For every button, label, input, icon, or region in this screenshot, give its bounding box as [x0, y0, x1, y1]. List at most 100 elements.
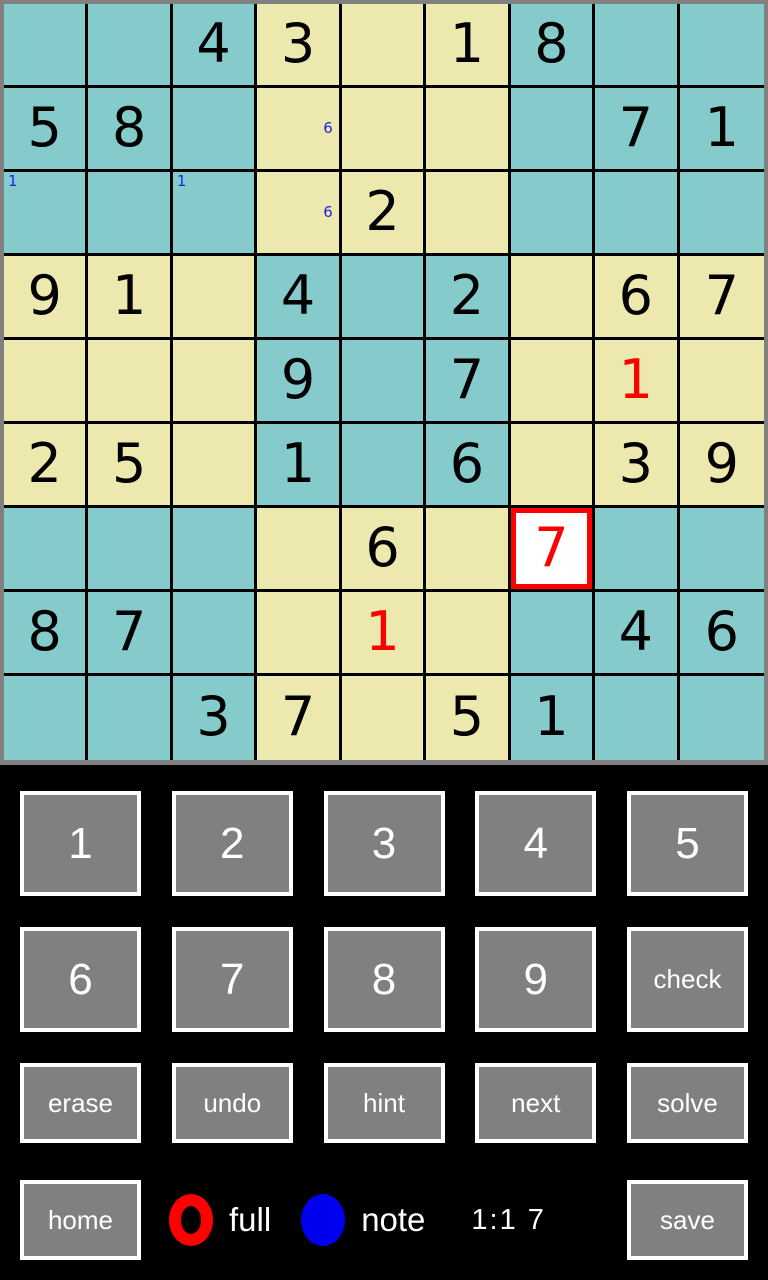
number-button-2[interactable]: 2: [171, 791, 293, 896]
grid-cell-r4c7[interactable]: [510, 256, 596, 340]
grid-cell-r2c8[interactable]: 7: [595, 88, 680, 172]
grid-cell-r4c4[interactable]: 4: [257, 256, 342, 340]
grid-cell-r7c3[interactable]: [172, 508, 258, 592]
number-button-7[interactable]: 7: [171, 927, 293, 1032]
grid-cell-r5c2[interactable]: [88, 340, 173, 424]
grid-cell-r3c9[interactable]: [679, 172, 764, 256]
erase-button[interactable]: erase: [20, 1063, 141, 1143]
grid-cell-r9c4[interactable]: 7: [257, 676, 342, 760]
grid-cell-r3c5[interactable]: 2: [341, 172, 427, 256]
grid-cell-r9c6[interactable]: 5: [426, 676, 511, 760]
grid-cell-r6c2[interactable]: 5: [88, 424, 173, 508]
red-ring-icon[interactable]: [169, 1194, 213, 1246]
number-button-4[interactable]: 4: [475, 791, 597, 896]
grid-cell-r3c2[interactable]: [88, 172, 173, 256]
grid-cell-r2c4[interactable]: 6: [257, 88, 342, 172]
grid-cell-r6c1[interactable]: 2: [4, 424, 89, 508]
grid-cell-r7c7[interactable]: 7: [510, 508, 596, 592]
grid-cell-r1c4[interactable]: 3: [257, 4, 342, 88]
grid-cell-r2c5[interactable]: [341, 88, 427, 172]
grid-cell-r8c7[interactable]: [510, 592, 596, 676]
grid-cell-r1c9[interactable]: [679, 4, 764, 88]
grid-cell-r6c7[interactable]: [510, 424, 596, 508]
grid-cell-r3c7[interactable]: [510, 172, 596, 256]
grid-cell-r1c5[interactable]: [341, 4, 427, 88]
grid-cell-r8c4[interactable]: [257, 592, 342, 676]
grid-cell-r9c1[interactable]: [4, 676, 89, 760]
number-button-5[interactable]: 5: [627, 791, 748, 896]
grid-cell-r3c4[interactable]: 6: [257, 172, 342, 256]
grid-cell-r3c6[interactable]: [426, 172, 511, 256]
grid-cell-r5c1[interactable]: [4, 340, 89, 424]
grid-cell-r6c3[interactable]: [172, 424, 258, 508]
grid-cell-r9c7[interactable]: 1: [510, 676, 596, 760]
grid-cell-r8c6[interactable]: [426, 592, 511, 676]
next-button[interactable]: next: [475, 1063, 597, 1143]
grid-cell-r7c1[interactable]: [4, 508, 89, 592]
grid-cell-r4c8[interactable]: 6: [595, 256, 680, 340]
grid-cell-r2c6[interactable]: [426, 88, 511, 172]
grid-cell-r6c6[interactable]: 6: [426, 424, 511, 508]
grid-cell-r5c6[interactable]: 7: [426, 340, 511, 424]
grid-cell-r6c9[interactable]: 9: [679, 424, 764, 508]
undo-button[interactable]: undo: [171, 1063, 293, 1143]
solve-button[interactable]: solve: [627, 1063, 748, 1143]
grid-cell-r1c7[interactable]: 8: [510, 4, 596, 88]
number-button-8[interactable]: 8: [323, 927, 445, 1032]
blue-disc-icon[interactable]: [301, 1194, 346, 1246]
grid-cell-r4c9[interactable]: 7: [679, 256, 764, 340]
grid-cell-r8c8[interactable]: 4: [595, 592, 680, 676]
grid-cell-r4c6[interactable]: 2: [426, 256, 511, 340]
grid-cell-r8c2[interactable]: 7: [88, 592, 173, 676]
grid-cell-r2c2[interactable]: 8: [88, 88, 173, 172]
grid-cell-r2c9[interactable]: 1: [679, 88, 764, 172]
grid-cell-r7c2[interactable]: [88, 508, 173, 592]
grid-cell-r9c8[interactable]: [595, 676, 680, 760]
grid-cell-r9c5[interactable]: [341, 676, 427, 760]
grid-cell-r8c1[interactable]: 8: [4, 592, 89, 676]
number-button-3[interactable]: 3: [323, 791, 445, 896]
grid-cell-r5c7[interactable]: [510, 340, 596, 424]
number-button-9[interactable]: 9: [475, 927, 597, 1032]
grid-cell-r5c8[interactable]: 1: [595, 340, 680, 424]
grid-cell-r4c2[interactable]: 1: [88, 256, 173, 340]
grid-cell-r5c4[interactable]: 9: [257, 340, 342, 424]
check-button[interactable]: check: [627, 927, 748, 1032]
grid-cell-r9c9[interactable]: [679, 676, 764, 760]
grid-cell-r5c5[interactable]: [341, 340, 427, 424]
grid-cell-r7c9[interactable]: [679, 508, 764, 592]
grid-cell-r2c1[interactable]: 5: [4, 88, 89, 172]
number-button-6[interactable]: 6: [20, 927, 141, 1032]
grid-cell-r7c5[interactable]: 6: [341, 508, 427, 592]
number-button-1[interactable]: 1: [20, 791, 141, 896]
grid-cell-r6c5[interactable]: [341, 424, 427, 508]
mode-note-toggle[interactable]: note: [301, 1194, 425, 1246]
grid-cell-r8c5[interactable]: 1: [341, 592, 427, 676]
grid-cell-r1c1[interactable]: [4, 4, 89, 88]
grid-cell-r2c3[interactable]: [172, 88, 258, 172]
grid-cell-r7c4[interactable]: [257, 508, 342, 592]
mode-full-toggle[interactable]: full: [169, 1194, 271, 1246]
grid-cell-r7c8[interactable]: [595, 508, 680, 592]
grid-cell-r9c3[interactable]: 3: [172, 676, 258, 760]
home-button[interactable]: home: [20, 1180, 141, 1260]
grid-cell-r6c4[interactable]: 1: [257, 424, 342, 508]
grid-cell-r1c6[interactable]: 1: [426, 4, 511, 88]
grid-cell-r4c3[interactable]: [172, 256, 258, 340]
save-button[interactable]: save: [627, 1180, 748, 1260]
grid-cell-r1c8[interactable]: [595, 4, 680, 88]
grid-cell-r4c5[interactable]: [341, 256, 427, 340]
grid-cell-r9c2[interactable]: [88, 676, 173, 760]
sudoku-board[interactable]: 431858671116291426797125163967871463751: [4, 4, 764, 760]
grid-cell-r1c2[interactable]: [88, 4, 173, 88]
grid-cell-r2c7[interactable]: [510, 88, 596, 172]
grid-cell-r7c6[interactable]: [426, 508, 511, 592]
hint-button[interactable]: hint: [323, 1063, 445, 1143]
grid-cell-r6c8[interactable]: 3: [595, 424, 680, 508]
grid-cell-r1c3[interactable]: 4: [172, 4, 258, 88]
grid-cell-r8c9[interactable]: 6: [679, 592, 764, 676]
grid-cell-r5c3[interactable]: [172, 340, 258, 424]
grid-cell-r3c3[interactable]: 1: [172, 172, 258, 256]
grid-cell-r3c1[interactable]: 1: [4, 172, 89, 256]
grid-cell-r3c8[interactable]: [595, 172, 680, 256]
